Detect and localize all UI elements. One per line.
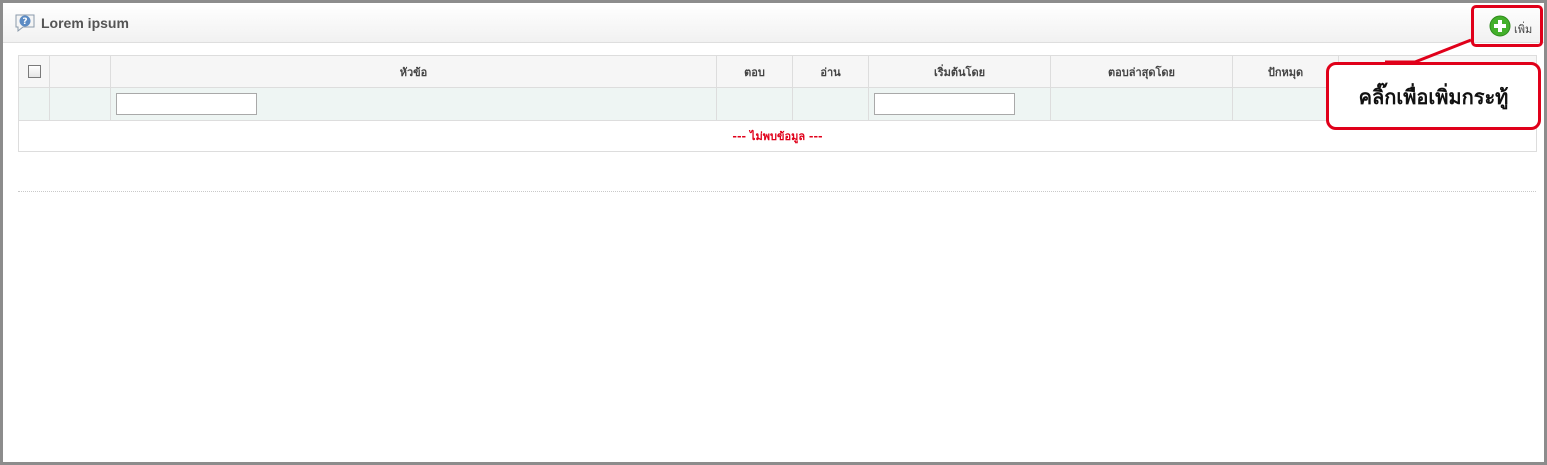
filter-cell [792,87,869,121]
select-all-cell [18,55,50,88]
filter-cell [49,87,111,121]
add-button-label: เพิ่ม [1514,23,1533,36]
filter-cell [1232,87,1339,121]
panel-header: ? Lorem ipsum เพิ่ม [3,3,1544,47]
column-header-blank [49,55,111,88]
filter-row [18,87,1537,121]
empty-message: --- ไม่พบข้อมูล --- [18,120,1537,152]
topic-filter-input[interactable] [116,93,257,115]
help-question-icon: ? [14,13,36,33]
plus-circle-icon [1489,15,1511,37]
started-by-filter-input[interactable] [874,93,1015,115]
panel-title: Lorem ipsum [41,15,129,31]
filter-cell [1050,87,1233,121]
filter-cell [110,87,717,121]
filter-cell [716,87,793,121]
main-panel: ? Lorem ipsum เพิ่ม หัวข้อ ตอบ อ่าน เริ่… [0,0,1547,465]
table-header-row: หัวข้อ ตอบ อ่าน เริ่มต้นโดย ตอบล่าสุดโดย… [18,55,1537,88]
filter-cell [18,87,50,121]
separator [18,191,1536,192]
empty-row: --- ไม่พบข้อมูล --- [18,120,1537,152]
column-header-pinned[interactable]: ปักหมุด [1232,55,1339,88]
column-header-replies[interactable]: ตอบ [716,55,793,88]
column-header-last-reply-by[interactable]: ตอบล่าสุดโดย [1050,55,1233,88]
topics-table: หัวข้อ ตอบ อ่าน เริ่มต้นโดย ตอบล่าสุดโดย… [18,55,1537,152]
callout-text: คลิ๊กเพื่อเพิ่มกระทู้ [1358,85,1509,109]
column-header-topic[interactable]: หัวข้อ [110,55,717,88]
column-header-views[interactable]: อ่าน [792,55,869,88]
filter-cell [868,87,1051,121]
callout-bubble: คลิ๊กเพื่อเพิ่มกระทู้ [1326,62,1541,130]
svg-text:?: ? [22,17,27,27]
select-all-checkbox[interactable] [27,65,41,79]
add-button[interactable]: เพิ่ม [1471,5,1543,47]
column-header-started-by[interactable]: เริ่มต้นโดย [868,55,1051,88]
